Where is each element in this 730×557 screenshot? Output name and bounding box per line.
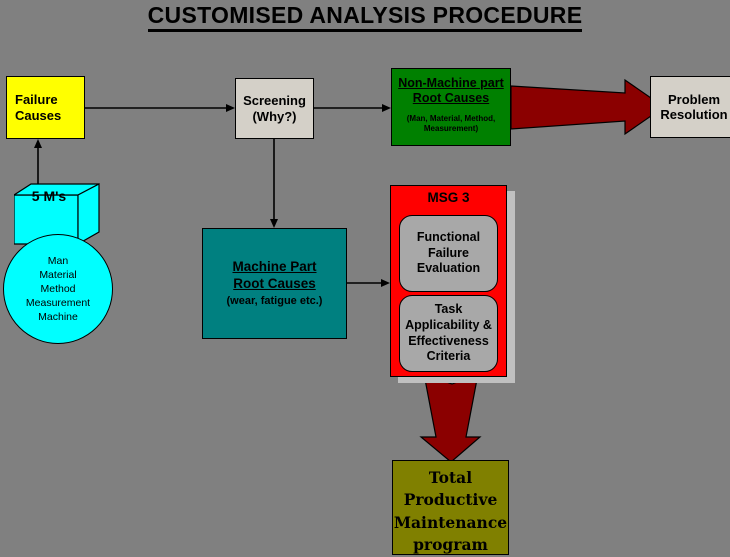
problem-resolution-line1: Problem: [667, 91, 720, 107]
msg3-item-functional-failure-evaluation[interactable]: Functional Failure Evaluation: [399, 215, 498, 292]
five-ms-item-0: Man: [47, 254, 69, 267]
msg3-label: MSG 3: [427, 190, 470, 205]
arrowhead-screening-to-nonmachine: [382, 104, 391, 112]
screening-line1: Screening: [243, 93, 306, 109]
msg3-item0-line3: Evaluation: [416, 261, 481, 276]
non-machine-title-line1: Non-Machine part: [398, 76, 504, 90]
non-machine-subtitle-line1: (Man, Material, Method,: [406, 114, 496, 123]
msg3-item-task-applicability-criteria[interactable]: Task Applicability & Effectiveness Crite…: [399, 295, 498, 372]
machine-part-title-line2: Root Causes: [233, 276, 316, 292]
msg3-item1-line2: Applicability &: [405, 317, 492, 332]
tpm-line1: Total: [428, 468, 473, 487]
tpm-line4: program: [413, 535, 488, 555]
non-machine-title-line2: Root Causes: [412, 91, 490, 105]
five-ms-item-1: Material: [39, 268, 77, 281]
arrow-msg3-to-tpm: [419, 373, 482, 463]
machine-part-title-line1: Machine Part: [232, 259, 317, 275]
failure-causes-line1: Failure: [15, 92, 58, 108]
msg3-item0-line1: Functional: [416, 230, 481, 245]
arrow-nonmachine-to-resolution: [510, 78, 666, 136]
machine-part-subtitle: (wear, fatigue etc.): [226, 294, 323, 307]
node-tpm-program[interactable]: Total Productive Maintenance program: [392, 460, 509, 555]
tpm-line3: Maintenance: [393, 512, 508, 532]
node-five-ms-circle[interactable]: Man Material Method Measurement Machine: [3, 234, 113, 344]
arrowhead-screening-to-machinepart: [270, 219, 278, 228]
five-ms-item-4: Machine: [38, 311, 78, 324]
failure-causes-line2: Causes: [15, 107, 62, 123]
non-machine-subtitle-line2: Measurement): [423, 124, 479, 133]
diagram-canvas: CUSTOMISED ANALYSIS PROCEDURE Failure Ca…: [0, 0, 730, 555]
msg3-item1-line4: Criteria: [426, 349, 471, 364]
node-non-machine-root-causes[interactable]: Non-Machine part Root Causes (Man, Mater…: [391, 68, 511, 146]
arrowhead-machinepart-to-msg3: [381, 279, 390, 287]
msg3-item0-line2: Failure: [428, 245, 469, 260]
msg3-item1-line3: Effectiveness: [408, 333, 489, 348]
five-ms-label: 5 M's: [31, 188, 67, 204]
arrowhead-fivems-to-failure: [34, 139, 42, 148]
five-ms-item-2: Method: [40, 282, 76, 295]
screening-line2: (Why?): [252, 108, 297, 124]
problem-resolution-line2: Resolution: [660, 107, 728, 122]
node-problem-resolution[interactable]: Problem Resolution: [650, 76, 730, 138]
arrowhead-failure-to-screening: [226, 104, 235, 112]
tpm-line2: Productive: [403, 490, 498, 510]
page-title: CUSTOMISED ANALYSIS PROCEDURE: [0, 2, 730, 32]
five-ms-item-3: Measurement: [25, 297, 91, 310]
node-failure-causes[interactable]: Failure Causes: [6, 76, 85, 139]
node-machine-part-root-causes[interactable]: Machine Part Root Causes (wear, fatigue …: [202, 228, 347, 339]
msg3-item1-line1: Task: [434, 302, 463, 317]
node-screening[interactable]: Screening (Why?): [235, 78, 314, 139]
page-title-text: CUSTOMISED ANALYSIS PROCEDURE: [147, 2, 583, 32]
